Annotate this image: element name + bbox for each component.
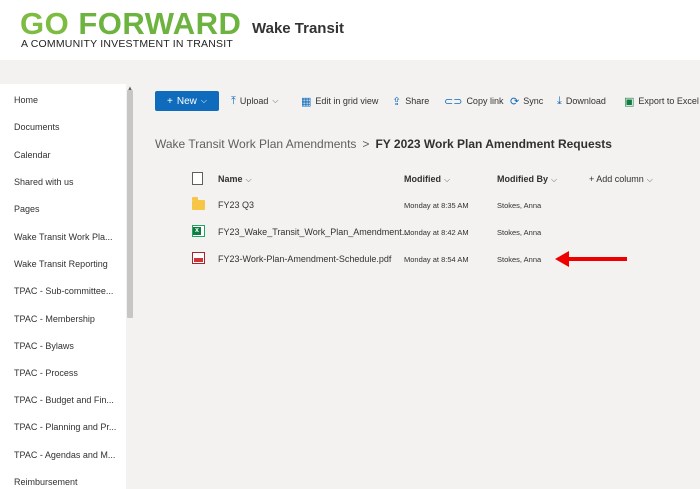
sidebar-item-tpac-agendas[interactable]: TPAC - Agendas and M... [14, 450, 115, 460]
file-name[interactable]: FY23 Q3 [218, 200, 254, 210]
link-icon: ⊂⊃ [444, 95, 463, 108]
file-modified-by: Stokes, Anna [497, 255, 542, 264]
export-to-excel-button[interactable]: ▣ Export to Excel [624, 91, 699, 111]
grid-icon: ▦ [301, 95, 312, 108]
site-header: GO FORWARD A COMMUNITY INVESTMENT IN TRA… [0, 0, 700, 60]
sidebar-item-tpac-subcommittee[interactable]: TPAC - Sub-committee... [14, 286, 113, 296]
file-row[interactable]: x FY23_Wake_Transit_Work_Plan_Amendment.… [174, 219, 694, 245]
column-header-modified-by[interactable]: Modified By ⌵ [497, 174, 557, 185]
excel-file-icon: x [192, 225, 205, 237]
sidebar-item-reporting[interactable]: Wake Transit Reporting [14, 259, 108, 269]
chevron-down-icon: ⌵ [646, 175, 653, 184]
download-icon: ⤓ [557, 94, 562, 107]
breadcrumb-separator-icon: > [362, 137, 370, 151]
share-button[interactable]: ⇪ Share [392, 91, 429, 111]
file-name[interactable]: FY23-Work-Plan-Amendment-Schedule.pdf [218, 254, 391, 264]
suite-subbar [0, 60, 700, 84]
sidebar-item-calendar[interactable]: Calendar [14, 150, 51, 160]
chevron-down-icon: ⌵ [444, 175, 451, 184]
file-name[interactable]: FY23_Wake_Transit_Work_Plan_Amendment... [218, 227, 409, 237]
go-forward-logo[interactable]: GO FORWARD A COMMUNITY INVESTMENT IN TRA… [12, 7, 241, 50]
logo-wordmark: GO FORWARD [20, 6, 242, 41]
copy-link-button[interactable]: ⊂⊃ Copy link [444, 91, 503, 111]
sidebar-item-tpac-planning[interactable]: TPAC - Planning and Pr... [14, 422, 116, 432]
command-bar: + New ⌵ ⤒ Upload ⌵ ▦ Edit in grid view ⇪… [134, 84, 700, 116]
folder-icon [192, 197, 205, 210]
file-modified: Monday at 8:54 AM [404, 255, 469, 264]
upload-button[interactable]: ⤒ Upload ⌵ [231, 91, 278, 111]
sync-icon: ⟳ [510, 95, 520, 108]
plus-icon: + [167, 95, 173, 107]
chevron-down-icon: ⌵ [272, 96, 279, 105]
chevron-down-icon: ⌵ [200, 96, 207, 105]
column-header-name[interactable]: Name ⌵ [218, 174, 252, 185]
sidebar-item-tpac-membership[interactable]: TPAC - Membership [14, 314, 95, 324]
logo-tagline: A COMMUNITY INVESTMENT IN TRANSIT [21, 38, 233, 50]
file-modified-by: Stokes, Anna [497, 228, 542, 237]
scroll-up-icon[interactable]: ▲ [127, 86, 133, 92]
document-library: + New ⌵ ⤒ Upload ⌵ ▦ Edit in grid view ⇪… [134, 84, 700, 489]
sidebar-item-tpac-bylaws[interactable]: TPAC - Bylaws [14, 341, 74, 351]
file-type-icon[interactable] [192, 172, 203, 185]
sidebar-item-shared-with-us[interactable]: Shared with us [14, 177, 74, 187]
chevron-down-icon: ⌵ [551, 175, 558, 184]
column-header-modified[interactable]: Modified ⌵ [404, 174, 450, 185]
download-button[interactable]: ⤓ Download [557, 91, 606, 111]
sidebar-item-documents[interactable]: Documents [14, 122, 60, 132]
sync-button[interactable]: ⟳ Sync [510, 91, 543, 111]
file-modified: Monday at 8:42 AM [404, 228, 469, 237]
breadcrumb-parent[interactable]: Wake Transit Work Plan Amendments [155, 137, 356, 151]
sidebar-item-reimbursement[interactable]: Reimbursement [14, 477, 78, 487]
excel-icon: ▣ [624, 95, 635, 108]
edit-in-grid-view-button[interactable]: ▦ Edit in grid view [301, 91, 378, 111]
breadcrumb: Wake Transit Work Plan Amendments > FY 202… [155, 137, 612, 151]
sidebar-item-home[interactable]: Home [14, 95, 38, 105]
sidebar-item-tpac-process[interactable]: TPAC - Process [14, 368, 78, 378]
file-modified: Monday at 8:35 AM [404, 201, 469, 210]
annotation-arrow-shaft [565, 257, 627, 261]
sidebar-item-tpac-budget[interactable]: TPAC - Budget and Fin... [14, 395, 114, 405]
site-title[interactable]: Wake Transit [252, 20, 344, 37]
sidebar-item-pages[interactable]: Pages [14, 204, 40, 214]
breadcrumb-current: FY 2023 Work Plan Amendment Requests [375, 137, 612, 151]
share-icon: ⇪ [392, 95, 402, 108]
file-modified-by: Stokes, Anna [497, 201, 542, 210]
add-column-button[interactable]: + Add column ⌵ [589, 174, 653, 185]
chevron-down-icon: ⌵ [245, 175, 252, 184]
sidebar-item-work-plan[interactable]: Wake Transit Work Pla... [14, 232, 113, 242]
new-button[interactable]: + New ⌵ [155, 91, 219, 111]
file-row[interactable]: FY23 Q3 Monday at 8:35 AM Stokes, Anna [174, 192, 694, 218]
left-navigation: Home Documents Calendar Shared with us P… [0, 84, 134, 489]
pdf-file-icon [192, 252, 205, 264]
sidebar-scrollbar-thumb[interactable] [127, 90, 133, 318]
upload-icon: ⤒ [231, 94, 236, 107]
